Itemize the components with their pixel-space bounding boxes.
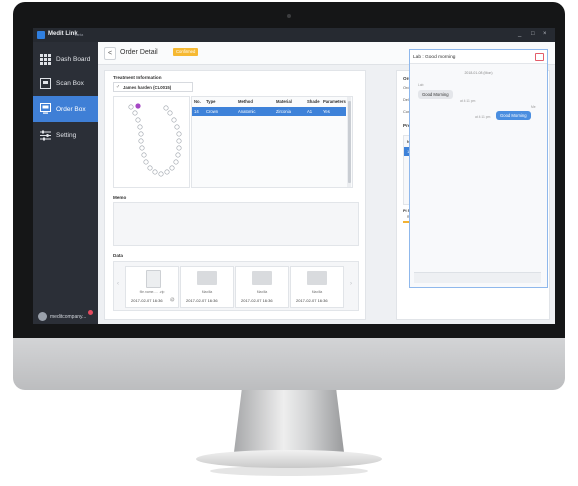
data-files-strip: ‹ file.name..... .zip 2017-02-07 16:36 @… <box>113 261 359 311</box>
app-beta-label: Beta <box>75 32 84 37</box>
sidebar-item-dashboard[interactable]: Dash Board <box>33 48 98 71</box>
table-cell: Zirconia <box>276 109 291 114</box>
sidebar-item-setting[interactable]: Setting <box>33 124 98 147</box>
memo-title: Memo <box>113 195 127 200</box>
file-name: Maxilla <box>311 290 323 294</box>
table-header: Method <box>238 99 253 104</box>
treatment-info-title: Treatment Information <box>113 75 162 80</box>
message-time: at 4:11 pm <box>475 115 491 119</box>
file-date: 2017-02-07 16:36 <box>131 298 163 303</box>
order-icon <box>40 103 51 114</box>
message-incoming: Good Morning <box>418 90 453 99</box>
scrollbar-thumb[interactable] <box>347 101 351 183</box>
sidebar-item-label: Order Box <box>56 106 86 113</box>
patient-name: James harden (CL0015) <box>123 84 172 90</box>
table-header: Material <box>276 99 292 104</box>
message-sender: Lab <box>418 83 424 87</box>
close-button[interactable]: × <box>543 31 547 37</box>
file-card[interactable]: file.name..... .zip 2017-02-07 16:36 @ <box>125 266 179 308</box>
notification-badge <box>88 310 93 315</box>
file-name: file.name..... .zip <box>139 290 165 294</box>
patient-field: ♂ James harden (CL0015) <box>113 82 193 92</box>
scan-icon <box>40 78 51 89</box>
chat-date: 2018-01-08 (Mon) <box>464 71 493 75</box>
sidebar-item-label: Dash Board <box>56 56 91 63</box>
order-detail-panel: Treatment Information ♂ James harden (CL… <box>104 70 366 320</box>
table-cell: Yes <box>323 109 330 114</box>
table-header: Shade <box>307 99 320 104</box>
minimize-button[interactable]: _ <box>518 31 521 37</box>
table-header: No. <box>194 99 201 104</box>
treatment-table: No. Type Method Material Shade Parameter… <box>191 96 353 188</box>
tooth-icon: ♂ <box>116 84 120 90</box>
message-time: at 4:11 pm <box>460 99 476 103</box>
sidebar-item-label: Scan Box <box>56 80 84 87</box>
avatar <box>38 312 47 321</box>
sliders-icon <box>40 130 51 141</box>
attachment-icon[interactable]: @ <box>170 297 175 302</box>
table-header: Type <box>206 99 216 104</box>
chat-window: Lab : Good morning 2018-01-08 (Mon) Lab … <box>409 49 548 288</box>
monitor-stand-base <box>196 450 382 468</box>
selected-tooth[interactable] <box>135 103 141 109</box>
app-screen: Medit Link Beta _ □ × Dash Board Scan Bo… <box>33 28 555 324</box>
dental-arch-diagram <box>128 103 182 177</box>
maximize-button[interactable]: □ <box>531 31 535 37</box>
chevron-right-icon[interactable]: › <box>350 281 352 287</box>
back-button[interactable]: < <box>104 47 116 60</box>
table-cell: A1 <box>307 109 313 114</box>
monitor-stand-neck <box>234 390 344 452</box>
chevron-left-icon[interactable]: ‹ <box>117 281 119 287</box>
memo-textarea[interactable] <box>113 202 359 246</box>
file-card[interactable]: Maxilla 2017-02-07 16:36 <box>180 266 234 308</box>
tooth-chart[interactable] <box>113 96 190 188</box>
user-account[interactable]: meditcompany... <box>38 310 93 324</box>
file-date: 2017-02-07 16:36 <box>241 298 273 303</box>
table-header: Parameters <box>323 99 346 104</box>
table-cell: Anatomic <box>238 109 256 114</box>
file-name: Maxilla <box>201 290 213 294</box>
sidebar-item-order-box[interactable]: Order Box <box>33 96 98 122</box>
app-name: Medit Link <box>48 31 78 37</box>
scan-thumbnail-icon <box>307 271 327 285</box>
sidebar: Dash Board Scan Box Order Box Setting me… <box>33 42 98 324</box>
user-name: meditcompany... <box>50 314 87 320</box>
data-title: Data <box>113 253 123 258</box>
monitor-chin <box>13 338 565 390</box>
sidebar-item-scan-box[interactable]: Scan Box <box>33 72 98 95</box>
table-cell: 14 <box>194 109 199 114</box>
file-card[interactable]: Maxilla 2017-02-07 16:36 <box>235 266 289 308</box>
title-bar: Medit Link Beta _ □ × <box>33 28 555 42</box>
file-name: Maxilla <box>256 290 268 294</box>
scan-thumbnail-icon <box>197 271 217 285</box>
app-logo-icon <box>37 31 45 39</box>
chat-title: Lab : Good morning <box>413 55 456 60</box>
table-cell: Crown <box>206 109 219 114</box>
grid-icon <box>40 54 51 65</box>
message-sender: Me <box>531 105 536 109</box>
file-date: 2017-02-07 16:36 <box>296 298 328 303</box>
status-badge: Confirmed <box>173 48 199 56</box>
chat-close-icon[interactable] <box>535 53 544 61</box>
page-title: Order Detail <box>120 49 158 56</box>
zip-file-icon <box>146 270 161 288</box>
scan-thumbnail-icon <box>252 271 272 285</box>
file-date: 2017-02-07 16:36 <box>186 298 218 303</box>
message-outgoing: Good Morning <box>496 111 531 120</box>
file-card[interactable]: Maxilla 2017-02-07 16:36 <box>290 266 344 308</box>
camera-dot <box>287 14 291 18</box>
sidebar-item-label: Setting <box>56 132 77 139</box>
chat-input[interactable] <box>414 272 541 283</box>
